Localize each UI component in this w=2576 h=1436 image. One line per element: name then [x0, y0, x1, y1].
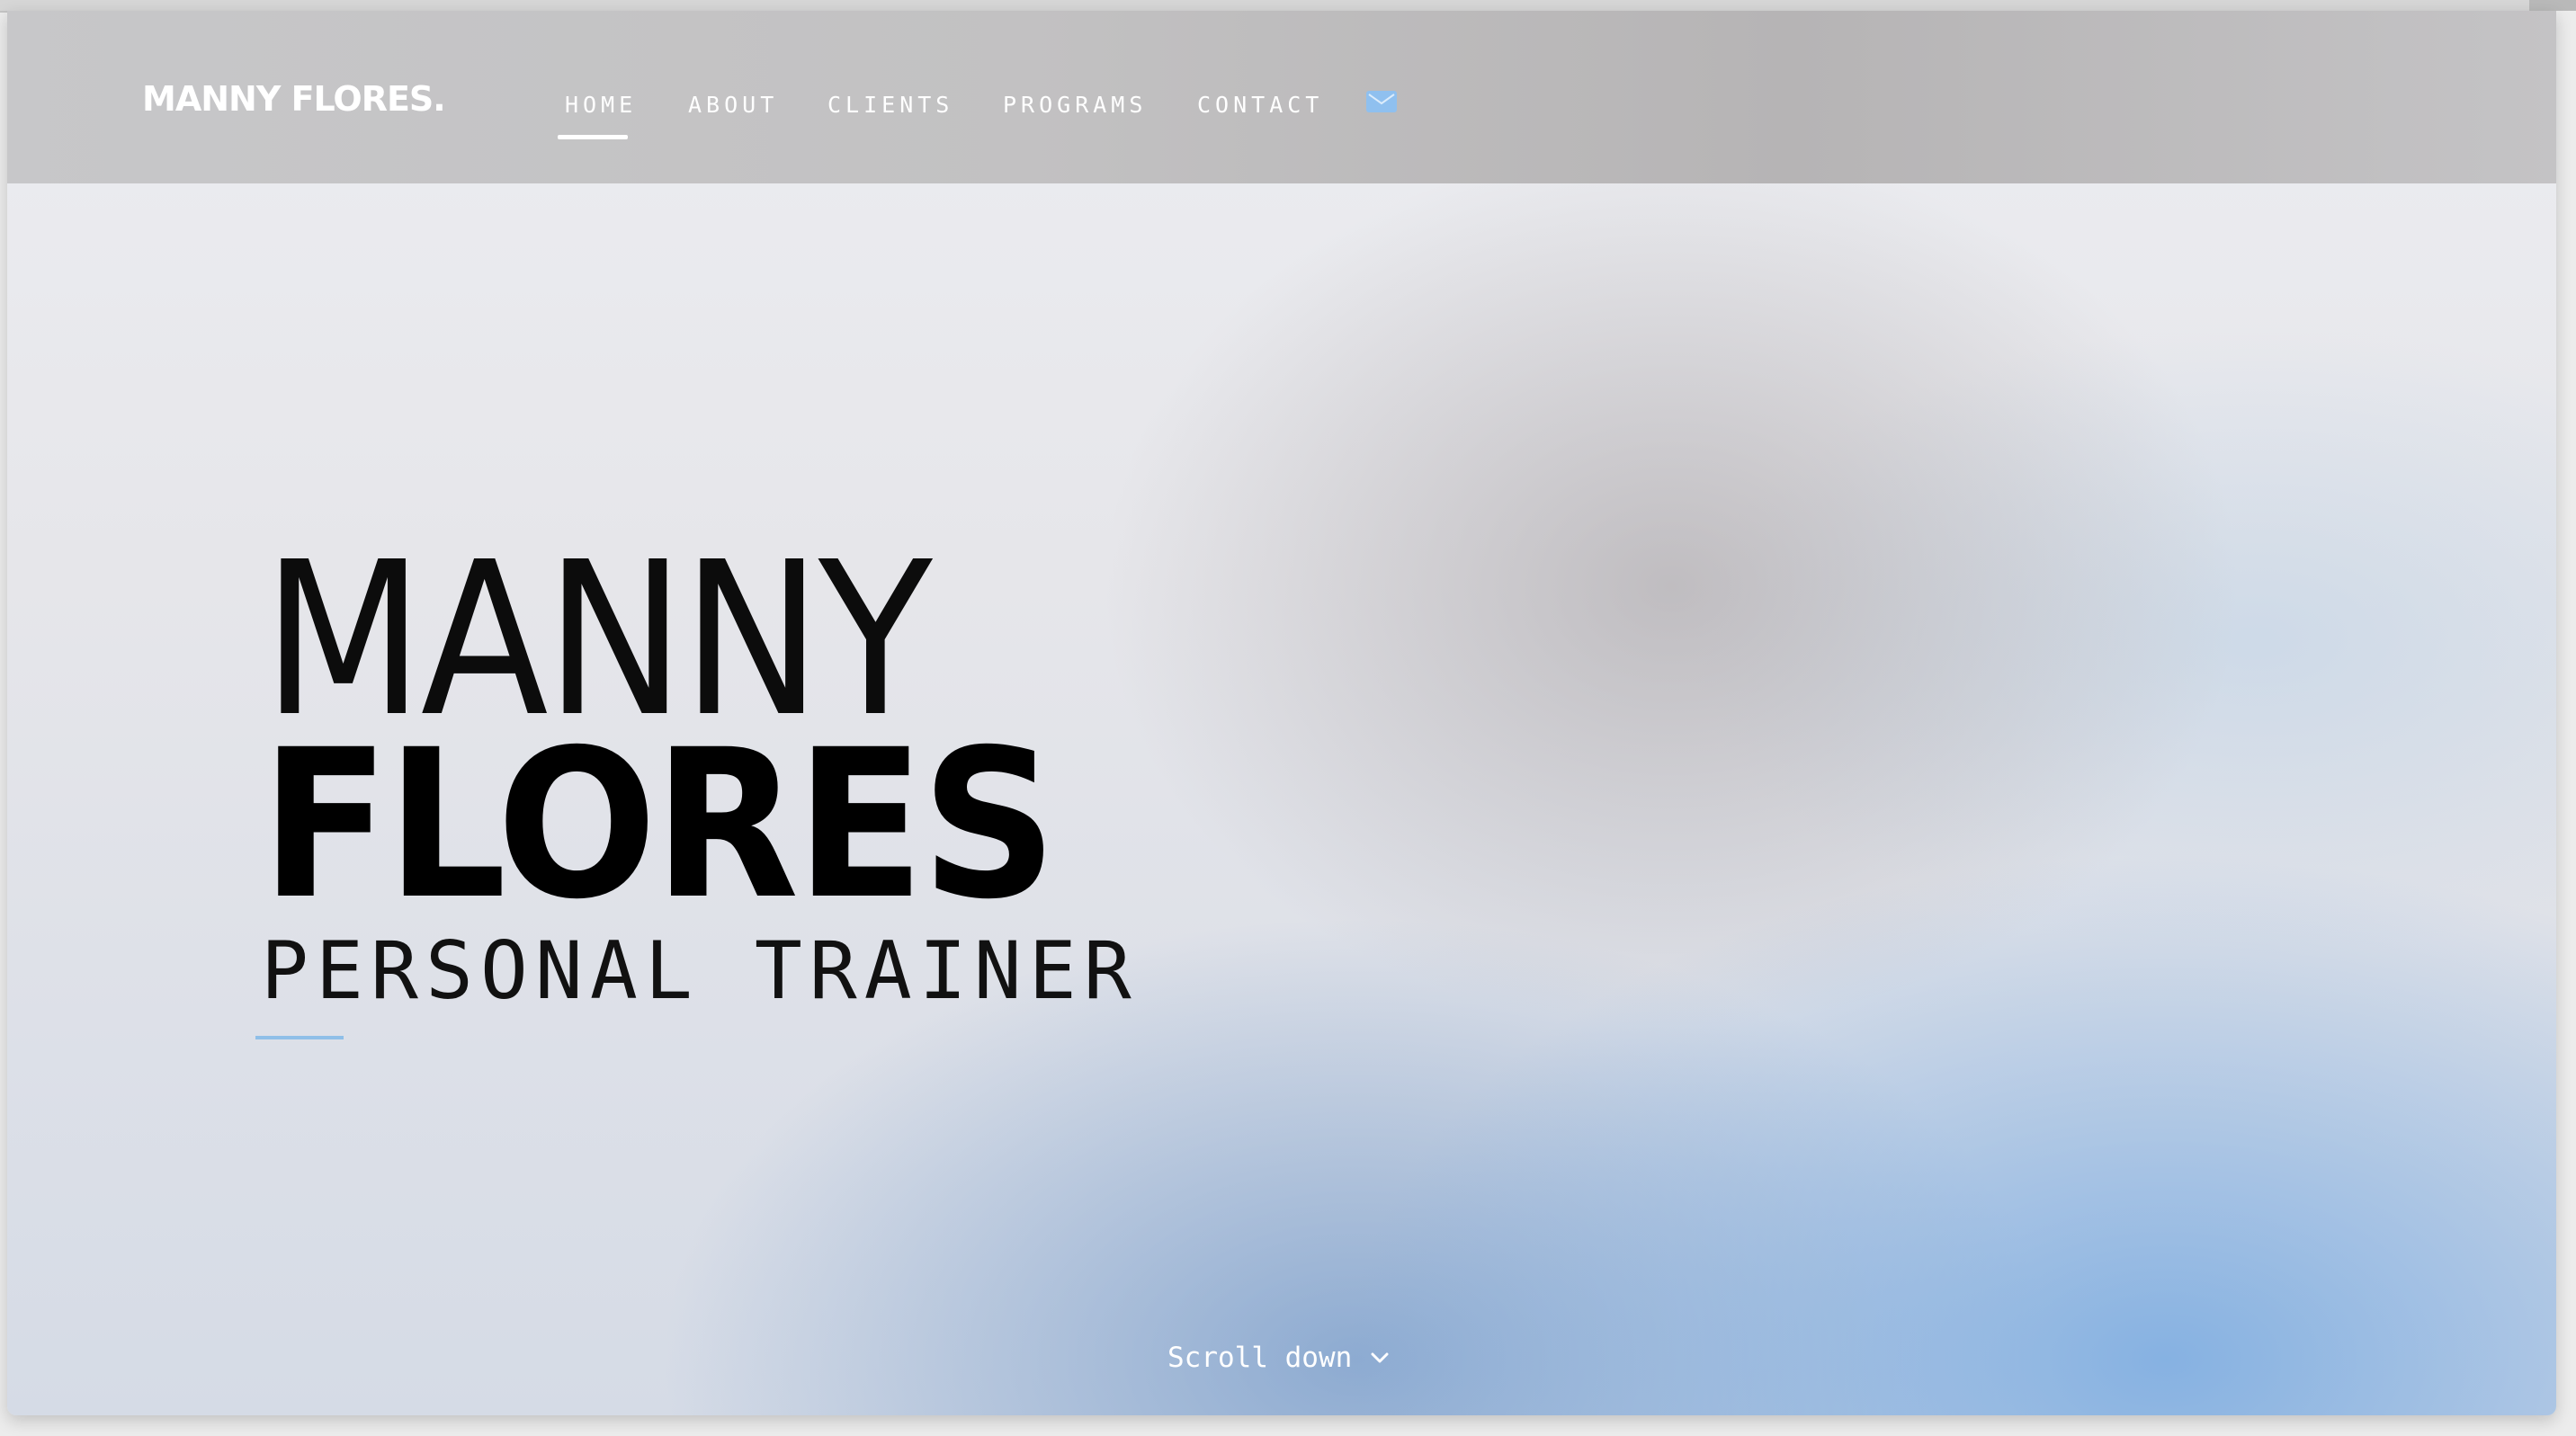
website-window: MANNY FLORES. HOME ABOUT CLIENTS PROGRAM… [7, 11, 2556, 1415]
hero-role: PERSONAL TRAINER [261, 924, 1139, 1017]
nav-clients[interactable]: CLIENTS [827, 92, 953, 118]
page-gutter [2556, 11, 2576, 1436]
nav-home-active-indicator [558, 135, 628, 139]
envelope-icon[interactable] [1366, 91, 1397, 112]
nav-about[interactable]: ABOUT [688, 92, 778, 118]
chevron-down-icon [1370, 1351, 1390, 1365]
nav-programs[interactable]: PROGRAMS [1003, 92, 1147, 118]
hero-last-name: FLORES [261, 705, 1057, 944]
browser-top-strip-end [2529, 0, 2576, 11]
brand-logo[interactable]: MANNY FLORES. [142, 79, 446, 119]
hero-accent-line [255, 1036, 344, 1039]
site-navbar: MANNY FLORES. HOME ABOUT CLIENTS PROGRAM… [7, 11, 2556, 183]
nav-home[interactable]: HOME [565, 92, 637, 118]
nav-contact[interactable]: CONTACT [1197, 92, 1323, 118]
scroll-down-label: Scroll down [1167, 1342, 1353, 1374]
scroll-down-link[interactable]: Scroll down [1167, 1342, 1390, 1374]
